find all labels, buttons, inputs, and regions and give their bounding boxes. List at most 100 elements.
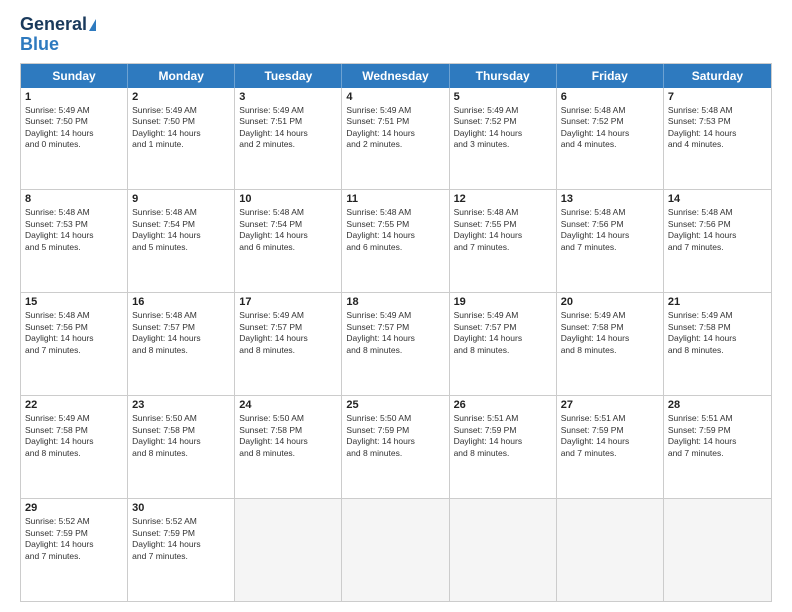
day-number: 5 bbox=[454, 91, 552, 103]
day-number: 13 bbox=[561, 193, 659, 205]
calendar-cell: 18 Sunrise: 5:49 AMSunset: 7:57 PMDayligh… bbox=[342, 293, 449, 395]
day-number: 28 bbox=[668, 399, 767, 411]
cell-info: Sunrise: 5:50 AMSunset: 7:58 PMDaylight:… bbox=[132, 413, 230, 459]
cell-info: Sunrise: 5:51 AMSunset: 7:59 PMDaylight:… bbox=[668, 413, 767, 459]
day-number: 19 bbox=[454, 296, 552, 308]
day-number: 29 bbox=[25, 502, 123, 514]
cell-info: Sunrise: 5:49 AMSunset: 7:51 PMDaylight:… bbox=[346, 105, 444, 151]
cell-info: Sunrise: 5:50 AMSunset: 7:58 PMDaylight:… bbox=[239, 413, 337, 459]
calendar-cell bbox=[342, 499, 449, 601]
day-number: 30 bbox=[132, 502, 230, 514]
cell-info: Sunrise: 5:51 AMSunset: 7:59 PMDaylight:… bbox=[454, 413, 552, 459]
day-number: 1 bbox=[25, 91, 123, 103]
weekday-header: Friday bbox=[557, 64, 664, 88]
calendar: SundayMondayTuesdayWednesdayThursdayFrid… bbox=[20, 63, 772, 602]
logo-blue: Blue bbox=[20, 35, 59, 55]
cell-info: Sunrise: 5:49 AMSunset: 7:58 PMDaylight:… bbox=[25, 413, 123, 459]
calendar-cell: 4 Sunrise: 5:49 AMSunset: 7:51 PMDaylight… bbox=[342, 88, 449, 190]
calendar-cell: 22 Sunrise: 5:49 AMSunset: 7:58 PMDayligh… bbox=[21, 396, 128, 498]
calendar-cell: 28 Sunrise: 5:51 AMSunset: 7:59 PMDayligh… bbox=[664, 396, 771, 498]
calendar-cell: 12Sunrise: 5:48 AMSunset: 7:55 PMDayligh… bbox=[450, 190, 557, 292]
calendar-cell: 21 Sunrise: 5:49 AMSunset: 7:58 PMDayligh… bbox=[664, 293, 771, 395]
weekday-header: Sunday bbox=[21, 64, 128, 88]
calendar-cell: 8 Sunrise: 5:48 AMSunset: 7:53 PMDaylight… bbox=[21, 190, 128, 292]
calendar-cell bbox=[235, 499, 342, 601]
day-number: 14 bbox=[668, 193, 767, 205]
day-number: 20 bbox=[561, 296, 659, 308]
cell-info: Sunrise: 5:48 AMSunset: 7:56 PMDaylight:… bbox=[25, 310, 123, 356]
weekday-header: Saturday bbox=[664, 64, 771, 88]
day-number: 26 bbox=[454, 399, 552, 411]
calendar-row: 15 Sunrise: 5:48 AMSunset: 7:56 PMDayligh… bbox=[21, 293, 771, 396]
day-number: 16 bbox=[132, 296, 230, 308]
day-number: 4 bbox=[346, 91, 444, 103]
day-number: 23 bbox=[132, 399, 230, 411]
cell-info: Sunrise: 5:49 AMSunset: 7:50 PMDaylight:… bbox=[25, 105, 123, 151]
calendar-row: 22 Sunrise: 5:49 AMSunset: 7:58 PMDayligh… bbox=[21, 396, 771, 499]
calendar-header: SundayMondayTuesdayWednesdayThursdayFrid… bbox=[21, 64, 771, 88]
calendar-cell bbox=[450, 499, 557, 601]
day-number: 11 bbox=[346, 193, 444, 205]
cell-info: Sunrise: 5:49 AMSunset: 7:58 PMDaylight:… bbox=[561, 310, 659, 356]
cell-info: Sunrise: 5:48 AMSunset: 7:54 PMDaylight:… bbox=[239, 207, 337, 253]
calendar-cell: 7 Sunrise: 5:48 AMSunset: 7:53 PMDaylight… bbox=[664, 88, 771, 190]
calendar-cell: 27Sunrise: 5:51 AMSunset: 7:59 PMDayligh… bbox=[557, 396, 664, 498]
header: General Blue bbox=[20, 15, 772, 55]
logo-triangle-icon bbox=[89, 19, 96, 31]
calendar-body: 1 Sunrise: 5:49 AMSunset: 7:50 PMDaylight… bbox=[21, 88, 771, 601]
day-number: 7 bbox=[668, 91, 767, 103]
calendar-cell: 25 Sunrise: 5:50 AMSunset: 7:59 PMDayligh… bbox=[342, 396, 449, 498]
logo: General Blue bbox=[20, 15, 96, 55]
day-number: 21 bbox=[668, 296, 767, 308]
calendar-cell: 11Sunrise: 5:48 AMSunset: 7:55 PMDayligh… bbox=[342, 190, 449, 292]
calendar-cell: 29 Sunrise: 5:52 AMSunset: 7:59 PMDayligh… bbox=[21, 499, 128, 601]
day-number: 25 bbox=[346, 399, 444, 411]
calendar-cell: 19 Sunrise: 5:49 AMSunset: 7:57 PMDayligh… bbox=[450, 293, 557, 395]
day-number: 24 bbox=[239, 399, 337, 411]
day-number: 3 bbox=[239, 91, 337, 103]
day-number: 15 bbox=[25, 296, 123, 308]
calendar-cell: 20 Sunrise: 5:49 AMSunset: 7:58 PMDayligh… bbox=[557, 293, 664, 395]
cell-info: Sunrise: 5:52 AMSunset: 7:59 PMDaylight:… bbox=[25, 516, 123, 562]
calendar-cell: 2Sunrise: 5:49 AMSunset: 7:50 PMDaylight… bbox=[128, 88, 235, 190]
day-number: 18 bbox=[346, 296, 444, 308]
calendar-cell: 13Sunrise: 5:48 AMSunset: 7:56 PMDayligh… bbox=[557, 190, 664, 292]
cell-info: Sunrise: 5:48 AMSunset: 7:52 PMDaylight:… bbox=[561, 105, 659, 151]
day-number: 22 bbox=[25, 399, 123, 411]
cell-info: Sunrise: 5:49 AMSunset: 7:58 PMDaylight:… bbox=[668, 310, 767, 356]
calendar-cell: 14 Sunrise: 5:48 AMSunset: 7:56 PMDayligh… bbox=[664, 190, 771, 292]
cell-info: Sunrise: 5:48 AMSunset: 7:53 PMDaylight:… bbox=[25, 207, 123, 253]
day-number: 6 bbox=[561, 91, 659, 103]
weekday-header: Monday bbox=[128, 64, 235, 88]
calendar-cell: 23 Sunrise: 5:50 AMSunset: 7:58 PMDayligh… bbox=[128, 396, 235, 498]
cell-info: Sunrise: 5:49 AMSunset: 7:57 PMDaylight:… bbox=[454, 310, 552, 356]
calendar-cell: 26 Sunrise: 5:51 AMSunset: 7:59 PMDayligh… bbox=[450, 396, 557, 498]
calendar-cell: 10 Sunrise: 5:48 AMSunset: 7:54 PMDayligh… bbox=[235, 190, 342, 292]
day-number: 17 bbox=[239, 296, 337, 308]
cell-info: Sunrise: 5:48 AMSunset: 7:54 PMDaylight:… bbox=[132, 207, 230, 253]
cell-info: Sunrise: 5:49 AMSunset: 7:57 PMDaylight:… bbox=[346, 310, 444, 356]
cell-info: Sunrise: 5:49 AMSunset: 7:51 PMDaylight:… bbox=[239, 105, 337, 151]
calendar-cell: 30 Sunrise: 5:52 AMSunset: 7:59 PMDayligh… bbox=[128, 499, 235, 601]
day-number: 9 bbox=[132, 193, 230, 205]
calendar-row: 29 Sunrise: 5:52 AMSunset: 7:59 PMDayligh… bbox=[21, 499, 771, 601]
calendar-cell: 6 Sunrise: 5:48 AMSunset: 7:52 PMDaylight… bbox=[557, 88, 664, 190]
weekday-header: Wednesday bbox=[342, 64, 449, 88]
day-number: 12 bbox=[454, 193, 552, 205]
calendar-cell: 16Sunrise: 5:48 AMSunset: 7:57 PMDayligh… bbox=[128, 293, 235, 395]
cell-info: Sunrise: 5:50 AMSunset: 7:59 PMDaylight:… bbox=[346, 413, 444, 459]
cell-info: Sunrise: 5:52 AMSunset: 7:59 PMDaylight:… bbox=[132, 516, 230, 562]
weekday-header: Tuesday bbox=[235, 64, 342, 88]
cell-info: Sunrise: 5:48 AMSunset: 7:56 PMDaylight:… bbox=[668, 207, 767, 253]
day-number: 10 bbox=[239, 193, 337, 205]
cell-info: Sunrise: 5:49 AMSunset: 7:57 PMDaylight:… bbox=[239, 310, 337, 356]
day-number: 27 bbox=[561, 399, 659, 411]
calendar-cell bbox=[664, 499, 771, 601]
calendar-cell: 1 Sunrise: 5:49 AMSunset: 7:50 PMDaylight… bbox=[21, 88, 128, 190]
calendar-cell: 24 Sunrise: 5:50 AMSunset: 7:58 PMDayligh… bbox=[235, 396, 342, 498]
calendar-row: 8 Sunrise: 5:48 AMSunset: 7:53 PMDaylight… bbox=[21, 190, 771, 293]
cell-info: Sunrise: 5:48 AMSunset: 7:53 PMDaylight:… bbox=[668, 105, 767, 151]
logo-general: General bbox=[20, 15, 87, 35]
day-number: 8 bbox=[25, 193, 123, 205]
calendar-row: 1 Sunrise: 5:49 AMSunset: 7:50 PMDaylight… bbox=[21, 88, 771, 191]
